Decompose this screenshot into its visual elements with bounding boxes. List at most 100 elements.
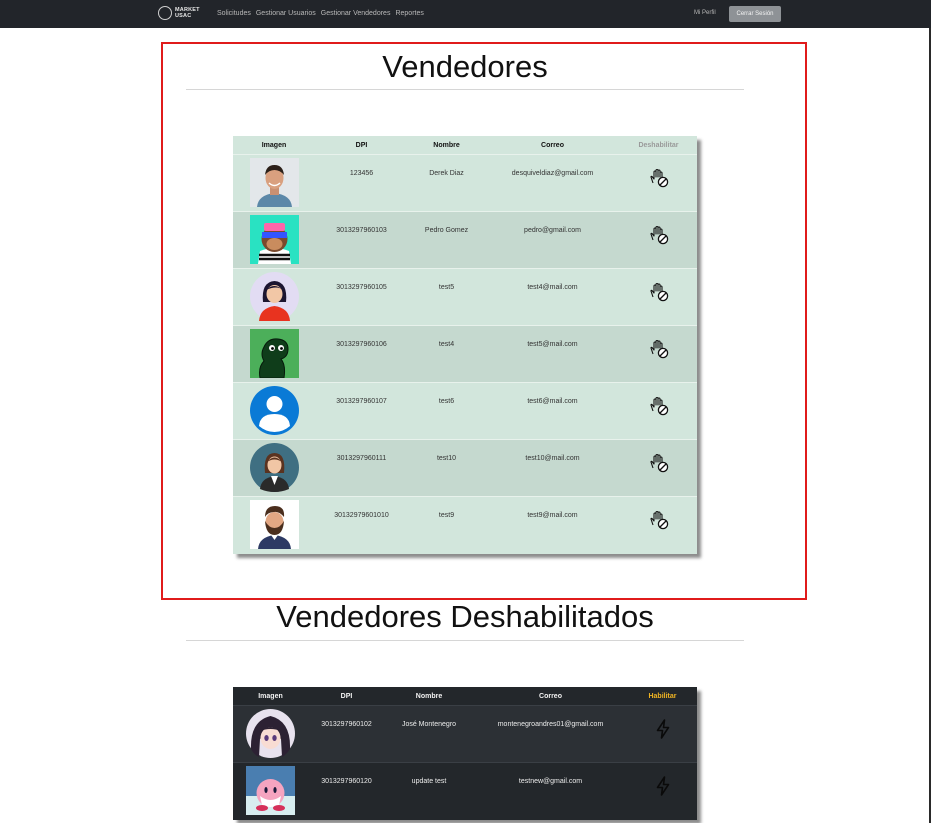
action-cell bbox=[620, 211, 697, 269]
title-divider bbox=[186, 640, 744, 641]
table-row: 123456 Derek Diaz desquiveldiaz@gmail.co… bbox=[233, 154, 697, 212]
kirby-avatar bbox=[246, 766, 295, 815]
email-cell: montenegroandres01@gmail.com bbox=[473, 705, 628, 763]
table-row: 3013297960103 Pedro Gomez pedro@gmail.co… bbox=[233, 211, 697, 269]
vendedores-table: Imagen DPI Nombre Correo Deshabilitar 12… bbox=[233, 136, 697, 554]
email-cell: desquiveldiaz@gmail.com bbox=[485, 154, 620, 212]
name-cell: test6 bbox=[408, 382, 485, 440]
nav-links: Solicitudes Gestionar Usuarios Gestionar… bbox=[217, 10, 424, 17]
email-cell: pedro@gmail.com bbox=[485, 211, 620, 269]
dpi-cell: 3013297960102 bbox=[308, 705, 385, 763]
header-deshabilitar: Deshabilitar bbox=[620, 136, 697, 155]
table-row: 3013297960102 José Montenegro montenegro… bbox=[233, 705, 697, 763]
dinosaur-avatar bbox=[249, 329, 299, 378]
lightning-icon[interactable] bbox=[653, 775, 673, 797]
name-cell: update test bbox=[385, 762, 473, 820]
table-row: 3013297960120 update test testnew@gmail.… bbox=[233, 762, 697, 820]
action-cell bbox=[620, 439, 697, 497]
name-cell: Derek Diaz bbox=[408, 154, 485, 212]
man-photo-avatar bbox=[249, 158, 299, 207]
header-correo: Correo bbox=[539, 692, 562, 700]
name-cell: test5 bbox=[408, 268, 485, 326]
table-row: 3013297960105 test5 test4@mail.com bbox=[233, 268, 697, 326]
title-divider bbox=[186, 89, 744, 90]
header-nombre: Nombre bbox=[415, 692, 443, 700]
logout-button[interactable]: Cerrar Sesión bbox=[729, 6, 781, 22]
image-cell bbox=[233, 496, 315, 554]
table-row: 30132979601010 test9 test9@mail.com bbox=[233, 496, 697, 554]
image-cell bbox=[233, 211, 315, 269]
header-imagen: Imagen bbox=[258, 692, 283, 700]
ape-nft-avatar bbox=[249, 215, 299, 264]
vendedores-deshabilitados-table: Imagen DPI Nombre Correo Habilitar 30132… bbox=[233, 687, 697, 820]
table-row: 3013297960106 test4 test5@mail.com bbox=[233, 325, 697, 383]
woman-suit-avatar bbox=[249, 443, 299, 492]
header-nombre: Nombre bbox=[408, 136, 485, 155]
nav-link-reportes[interactable]: Reportes bbox=[395, 10, 423, 17]
image-cell bbox=[233, 762, 308, 820]
action-cell bbox=[620, 325, 697, 383]
brand-logo-link[interactable]: MARKET USAC bbox=[158, 6, 200, 20]
table-header-row: Imagen DPI Nombre Correo Deshabilitar bbox=[233, 136, 697, 155]
email-cell: testnew@gmail.com bbox=[473, 762, 628, 820]
dpi-cell: 30132979601010 bbox=[315, 496, 408, 554]
email-cell: test9@mail.com bbox=[485, 496, 620, 554]
dpi-cell: 3013297960106 bbox=[315, 325, 408, 383]
image-cell bbox=[233, 382, 315, 440]
email-cell: test4@mail.com bbox=[485, 268, 620, 326]
name-cell: José Montenegro bbox=[385, 705, 473, 763]
hand-block-icon[interactable] bbox=[648, 452, 670, 474]
table-header-row: Imagen DPI Nombre Correo Habilitar bbox=[233, 687, 697, 706]
name-cell: Pedro Gomez bbox=[408, 211, 485, 269]
action-cell bbox=[620, 382, 697, 440]
header-dpi: DPI bbox=[340, 692, 353, 700]
hand-block-icon[interactable] bbox=[648, 224, 670, 246]
action-cell bbox=[628, 762, 697, 820]
dpi-cell: 3013297960120 bbox=[308, 762, 385, 820]
action-cell bbox=[620, 496, 697, 554]
market-logo-icon bbox=[158, 6, 172, 20]
dpi-cell: 3013297960103 bbox=[315, 211, 408, 269]
vendedores-title: Vendedores bbox=[382, 49, 548, 84]
header-dpi: DPI bbox=[315, 136, 408, 155]
email-cell: test6@mail.com bbox=[485, 382, 620, 440]
bearded-man-avatar bbox=[249, 500, 299, 549]
brand-line2: USAC bbox=[175, 13, 192, 19]
dpi-cell: 3013297960107 bbox=[315, 382, 408, 440]
nav-link-gestionar-usuarios[interactable]: Gestionar Usuarios bbox=[256, 10, 316, 17]
brand-text: MARKET USAC bbox=[175, 7, 200, 19]
nav-link-solicitudes[interactable]: Solicitudes bbox=[217, 10, 251, 17]
hand-block-icon[interactable] bbox=[648, 281, 670, 303]
default-user-avatar bbox=[249, 386, 299, 435]
image-cell bbox=[233, 325, 315, 383]
lightning-icon[interactable] bbox=[653, 718, 673, 740]
header-correo: Correo bbox=[485, 136, 620, 155]
email-cell: test10@mail.com bbox=[485, 439, 620, 497]
anime-girl-avatar bbox=[246, 709, 295, 758]
nav-link-gestionar-vendedores[interactable]: Gestionar Vendedores bbox=[321, 10, 391, 17]
navbar: MARKET USAC Solicitudes Gestionar Usuari… bbox=[0, 0, 931, 28]
name-cell: test9 bbox=[408, 496, 485, 554]
action-cell bbox=[628, 705, 697, 763]
email-cell: test5@mail.com bbox=[485, 325, 620, 383]
header-imagen: Imagen bbox=[233, 136, 315, 155]
nav-link-mi-perfil[interactable]: Mi Perfil bbox=[694, 10, 716, 16]
hand-block-icon[interactable] bbox=[648, 509, 670, 531]
hand-block-icon[interactable] bbox=[648, 338, 670, 360]
woman-cartoon-avatar bbox=[249, 272, 299, 321]
image-cell bbox=[233, 268, 315, 326]
name-cell: test4 bbox=[408, 325, 485, 383]
image-cell bbox=[233, 154, 315, 212]
dpi-cell: 3013297960105 bbox=[315, 268, 408, 326]
image-cell bbox=[233, 705, 308, 763]
dpi-cell: 3013297960111 bbox=[315, 439, 408, 497]
action-cell bbox=[620, 154, 697, 212]
hand-block-icon[interactable] bbox=[648, 167, 670, 189]
header-habilitar: Habilitar bbox=[648, 692, 677, 700]
table-row: 3013297960111 test10 test10@mail.com bbox=[233, 439, 697, 497]
action-cell bbox=[620, 268, 697, 326]
table-row: 3013297960107 test6 test6@mail.com bbox=[233, 382, 697, 440]
dpi-cell: 123456 bbox=[315, 154, 408, 212]
hand-block-icon[interactable] bbox=[648, 395, 670, 417]
image-cell bbox=[233, 439, 315, 497]
